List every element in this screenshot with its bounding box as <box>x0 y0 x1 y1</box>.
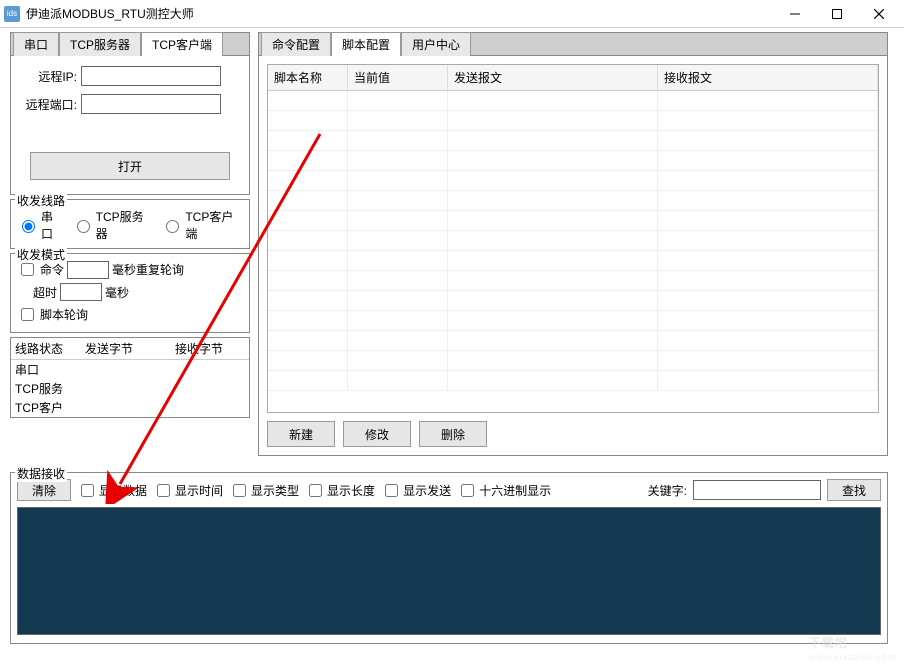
left-tabs: 串口 TCP服务器 TCP客户端 <box>10 32 250 56</box>
clear-button[interactable]: 清除 <box>17 479 71 501</box>
script-grid[interactable]: 脚本名称 当前值 发送报文 接收报文 <box>267 64 879 413</box>
stats-row-tcpclient: TCP客户 <box>11 398 249 417</box>
close-button[interactable] <box>858 1 900 27</box>
stats-row-tcpserver: TCP服务 <box>11 379 249 398</box>
stats-header-recv: 接收字节 <box>171 338 241 359</box>
data-receive-title: 数据接收 <box>15 465 67 482</box>
maximize-button[interactable] <box>816 1 858 27</box>
table-row[interactable] <box>268 231 878 251</box>
line-group: 收发线路 串口 TCP服务器 TCP客户端 <box>10 199 250 249</box>
timeout-input[interactable] <box>60 283 102 301</box>
check-hex[interactable]: 十六进制显示 <box>457 481 551 500</box>
check-show-length[interactable]: 显示长度 <box>305 481 375 500</box>
table-row[interactable] <box>268 191 878 211</box>
remote-ip-input[interactable] <box>81 66 221 86</box>
timeout-suffix: 毫秒 <box>105 284 129 301</box>
radio-serial[interactable]: 串口 <box>17 208 64 242</box>
keyword-input[interactable] <box>693 480 821 500</box>
interval-input[interactable] <box>67 261 109 279</box>
table-row[interactable] <box>268 351 878 371</box>
table-row[interactable] <box>268 311 878 331</box>
table-row[interactable] <box>268 171 878 191</box>
table-row[interactable] <box>268 131 878 151</box>
tab-cmd-config[interactable]: 命令配置 <box>261 32 331 56</box>
keyword-label: 关键字: <box>648 482 687 499</box>
find-button[interactable]: 查找 <box>827 479 881 501</box>
timeout-label: 超时 <box>33 284 57 301</box>
stats-table: 线路状态 发送字节 接收字节 串口 TCP服务 TCP客户 <box>10 337 250 418</box>
table-row[interactable] <box>268 251 878 271</box>
check-show-data[interactable]: 显示数据 <box>77 481 147 500</box>
minimize-button[interactable] <box>774 1 816 27</box>
titlebar: ids 伊迪派MODBUS_RTU测控大师 <box>0 0 904 28</box>
app-icon: ids <box>4 6 20 22</box>
radio-tcp-client[interactable]: TCP客户端 <box>161 208 243 242</box>
interval-suffix: 毫秒重复轮询 <box>112 261 184 278</box>
check-show-time[interactable]: 显示时间 <box>153 481 223 500</box>
grid-header-name: 脚本名称 <box>268 65 348 90</box>
grid-header-recv: 接收报文 <box>658 65 878 90</box>
table-row[interactable] <box>268 111 878 131</box>
radio-tcp-server[interactable]: TCP服务器 <box>72 208 154 242</box>
table-row[interactable] <box>268 151 878 171</box>
grid-header-value: 当前值 <box>348 65 448 90</box>
stats-row-serial: 串口 <box>11 360 249 379</box>
stats-header-send: 发送字节 <box>81 338 171 359</box>
tab-tcp-client[interactable]: TCP客户端 <box>141 32 223 56</box>
tcp-client-panel: 远程IP: 远程端口: 打开 <box>10 56 250 195</box>
script-poll-checkbox[interactable] <box>21 308 34 321</box>
table-row[interactable] <box>268 91 878 111</box>
remote-port-label: 远程端口: <box>19 96 77 113</box>
table-row[interactable] <box>268 271 878 291</box>
check-show-type[interactable]: 显示类型 <box>229 481 299 500</box>
remote-ip-label: 远程IP: <box>19 68 77 85</box>
table-row[interactable] <box>268 291 878 311</box>
tab-serial[interactable]: 串口 <box>13 32 59 56</box>
cmd-checkbox[interactable] <box>21 263 34 276</box>
tab-tcp-server[interactable]: TCP服务器 <box>59 32 141 56</box>
grid-header-send: 发送报文 <box>448 65 658 90</box>
edit-button[interactable]: 修改 <box>343 421 411 447</box>
open-button[interactable]: 打开 <box>30 152 230 180</box>
delete-button[interactable]: 删除 <box>419 421 487 447</box>
remote-port-input[interactable] <box>81 94 221 114</box>
mode-group-title: 收发模式 <box>15 246 67 263</box>
script-panel: 脚本名称 当前值 发送报文 接收报文 <box>258 56 888 456</box>
data-receive-group: 数据接收 清除 显示数据 显示时间 显示类型 显示长度 显示发送 十六进制显示 … <box>10 472 888 644</box>
table-row[interactable] <box>268 331 878 351</box>
table-row[interactable] <box>268 371 878 391</box>
new-button[interactable]: 新建 <box>267 421 335 447</box>
grid-body <box>268 91 878 391</box>
check-show-send[interactable]: 显示发送 <box>381 481 451 500</box>
window-title: 伊迪派MODBUS_RTU测控大师 <box>26 5 774 22</box>
stats-header-status: 线路状态 <box>11 338 81 359</box>
data-output-area[interactable] <box>17 507 881 635</box>
right-tabs: 命令配置 脚本配置 用户中心 <box>258 32 888 56</box>
tab-script-config[interactable]: 脚本配置 <box>331 32 401 56</box>
table-row[interactable] <box>268 211 878 231</box>
line-group-title: 收发线路 <box>15 192 67 209</box>
tab-user-center[interactable]: 用户中心 <box>401 32 471 56</box>
mode-group: 收发模式 命令 毫秒重复轮询 超时 毫秒 脚本轮询 <box>10 253 250 333</box>
cmd-label: 命令 <box>40 261 64 278</box>
script-poll-label: 脚本轮询 <box>40 306 88 323</box>
